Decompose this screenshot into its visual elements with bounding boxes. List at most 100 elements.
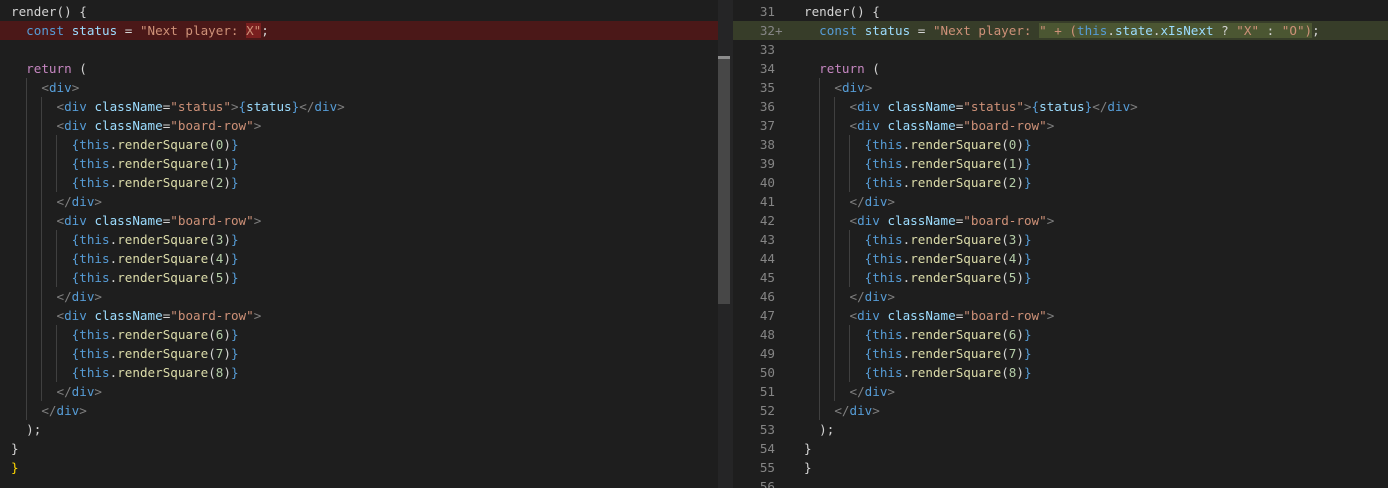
code-line[interactable]: 31 render() { [733,2,1388,21]
code-token: } [1023,156,1032,171]
indent-guide [26,211,28,230]
code-token: ? [1213,23,1237,38]
code-line[interactable]: render() { [0,2,718,21]
code-token: div [64,99,87,114]
code-line[interactable]: ); [0,420,718,439]
code-line[interactable]: return ( [0,59,718,78]
code-line[interactable]: 43 {this.renderSquare(3)} [733,230,1388,249]
original-editor-pane[interactable]: render() { const status = "Next player: … [0,0,718,488]
code-token: > [337,99,345,114]
code-line[interactable]: } [0,458,718,477]
code-token: ( [208,327,216,342]
code-token: } [230,156,239,171]
code-token: > [887,384,896,399]
code-line[interactable]: </div> [0,287,718,306]
code-line[interactable]: {this.renderSquare(0)} [0,135,718,154]
code-token: ) [1016,270,1024,285]
code-line[interactable]: 50 {this.renderSquare(8)} [733,363,1388,382]
code-line[interactable]: 55} [733,458,1388,477]
vertical-scrollbar-thumb[interactable] [718,56,730,304]
code-line[interactable]: 45 {this.renderSquare(5)} [733,268,1388,287]
code-line[interactable]: 52 </div> [733,401,1388,420]
line-number: 52 [759,403,775,418]
code-line[interactable]: {this.renderSquare(2)} [0,173,718,192]
code-line[interactable]: 40 {this.renderSquare(2)} [733,173,1388,192]
code-token: > [230,99,239,114]
code-line[interactable]: 56 [733,477,1388,488]
code-line[interactable]: <div className="board-row"> [0,306,718,325]
code-token: ( [1001,251,1009,266]
code-token: </ [849,289,865,304]
code-token: } [1023,327,1032,342]
code-token: > [71,80,80,95]
code-line[interactable]: </div> [0,401,718,420]
code-line[interactable]: 32 + const status = "Next player: " + (th… [733,21,1388,40]
code-token: ( [208,346,216,361]
code-line[interactable]: <div className="board-row"> [0,211,718,230]
code-token: className [94,213,163,228]
indent-guide [26,154,28,173]
code-line[interactable]: {this.renderSquare(7)} [0,344,718,363]
code-token: "board-row" [963,118,1047,133]
code-line[interactable]: 39 {this.renderSquare(1)} [733,154,1388,173]
code-line[interactable]: 54} [733,439,1388,458]
code-line[interactable]: 44 {this.renderSquare(4)} [733,249,1388,268]
code-line[interactable] [0,40,718,59]
indent-guide [26,192,28,211]
code-line[interactable]: 33 [733,40,1388,59]
code-line[interactable]: </div> [0,382,718,401]
code-line[interactable]: 47 <div className="board-row"> [733,306,1388,325]
code-line[interactable]: {this.renderSquare(8)} [0,363,718,382]
code-line[interactable]: 42 <div className="board-row"> [733,211,1388,230]
modified-editor-pane[interactable]: 31 render() {32 + const status = "Next pla… [733,0,1388,488]
line-number: 47 [759,308,775,323]
code-line[interactable]: 38 {this.renderSquare(0)} [733,135,1388,154]
indent-guide [819,306,821,325]
code-token: } [230,346,239,361]
code-line[interactable]: const status = "Next player: X"; [0,21,718,40]
code-line[interactable]: </div> [0,192,718,211]
line-number: 40 [759,175,775,190]
code-line[interactable]: 53 ); [733,420,1388,439]
code-token: renderSquare [117,270,209,285]
code-line[interactable]: 36 <div className="status">{status}</div… [733,97,1388,116]
code-token: . [1107,23,1115,38]
code-token: > [94,384,103,399]
code-line[interactable]: <div> [0,78,718,97]
indent-guide [41,363,43,382]
code-token: div [864,384,888,399]
code-line[interactable]: 48 {this.renderSquare(6)} [733,325,1388,344]
code-token: } [11,460,19,475]
code-token: return [819,61,865,76]
code-line[interactable]: 34 return ( [733,59,1388,78]
indent-guide [834,382,836,401]
code-line[interactable]: 49 {this.renderSquare(7)} [733,344,1388,363]
code-token: } [1023,365,1032,380]
code-line[interactable]: {this.renderSquare(4)} [0,249,718,268]
code-line[interactable]: 37 <div className="board-row"> [733,116,1388,135]
code-line[interactable]: {this.renderSquare(1)} [0,154,718,173]
code-line[interactable]: 35 <div> [733,78,1388,97]
code-line[interactable]: 46 </div> [733,287,1388,306]
indent-guide [849,344,851,363]
code-line[interactable]: } [0,439,718,458]
indent-guide [41,344,43,363]
code-token: renderSquare [117,175,209,190]
code-token: "board-row" [963,308,1047,323]
code-line[interactable]: <div className="board-row"> [0,116,718,135]
line-number: 31 [759,4,775,19]
code-line[interactable]: {this.renderSquare(3)} [0,230,718,249]
code-token: < [834,80,842,95]
code-line[interactable]: {this.renderSquare(5)} [0,268,718,287]
indent-guide [834,268,836,287]
indent-guide [819,97,821,116]
code-line[interactable]: <div className="status">{status}</div> [0,97,718,116]
code-line[interactable]: 51 </div> [733,382,1388,401]
code-token: renderSquare [117,251,209,266]
indent-guide [834,230,836,249]
code-line[interactable]: 41 </div> [733,192,1388,211]
code-line[interactable]: {this.renderSquare(6)} [0,325,718,344]
